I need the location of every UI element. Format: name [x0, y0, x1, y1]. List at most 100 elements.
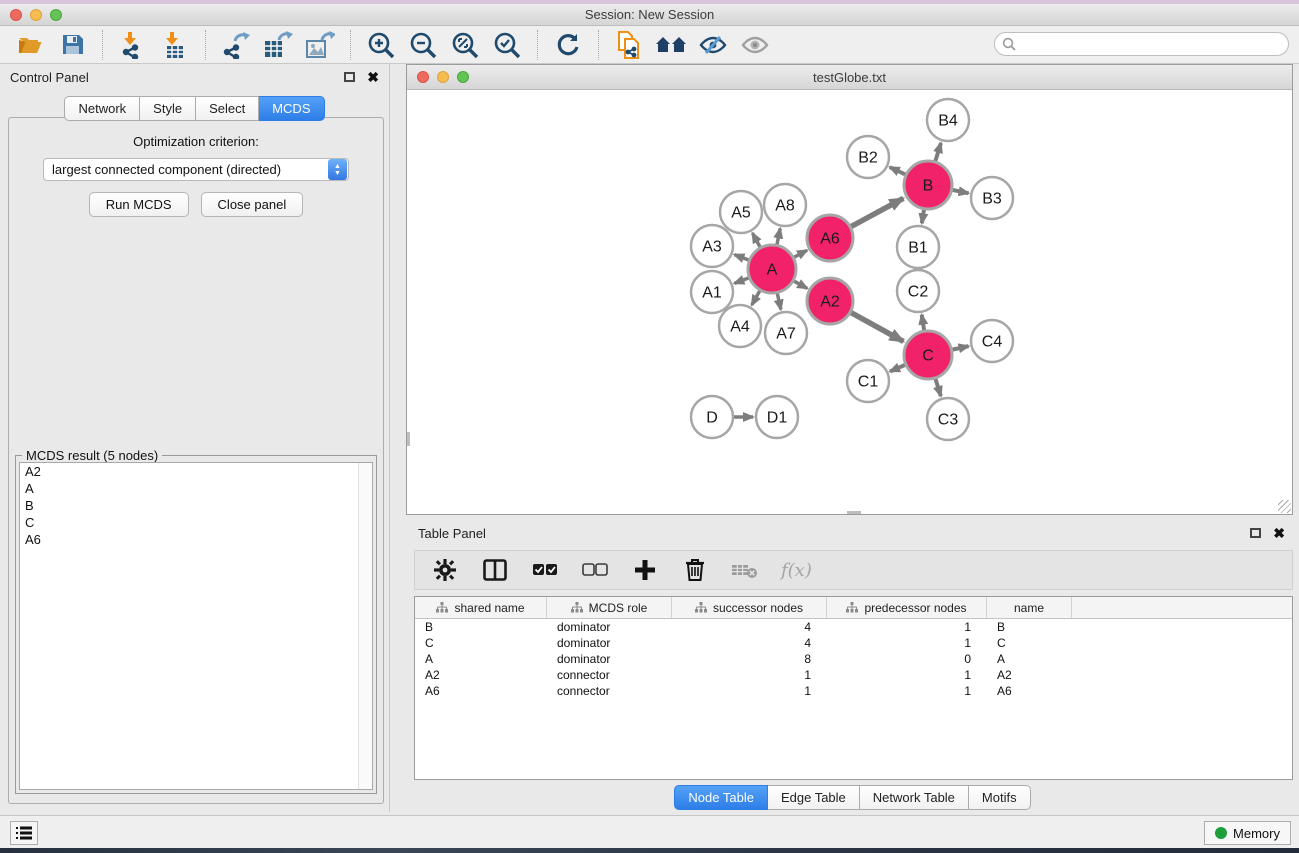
table-settings-gear-icon[interactable]: [431, 556, 459, 584]
table-cell[interactable]: B: [987, 619, 1072, 635]
export-table-icon[interactable]: [262, 30, 294, 60]
refresh-icon[interactable]: [552, 30, 584, 60]
tab-mcds[interactable]: MCDS: [259, 96, 324, 121]
table-row[interactable]: Bdominator41B: [415, 619, 1292, 635]
show-column-panel-icon[interactable]: [481, 556, 509, 584]
table-cell[interactable]: 4: [672, 635, 827, 651]
zoom-in-icon[interactable]: [365, 30, 397, 60]
desktop-strip-bottom: [0, 848, 1299, 853]
result-list-item[interactable]: A6: [20, 531, 372, 548]
select-stepper-icon: ▲▼: [328, 159, 347, 180]
mcds-result-list[interactable]: A2ABCA6: [19, 462, 373, 790]
tab-edge-table[interactable]: Edge Table: [768, 785, 860, 810]
table-cell[interactable]: 1: [827, 667, 987, 683]
zoom-fit-icon[interactable]: [449, 30, 481, 60]
column-header[interactable]: shared name: [415, 597, 547, 618]
table-cell[interactable]: dominator: [547, 635, 672, 651]
show-panel-eye-icon[interactable]: [739, 30, 771, 60]
run-mcds-button[interactable]: Run MCDS: [89, 192, 189, 217]
table-cell[interactable]: B: [415, 619, 547, 635]
delete-table-icon[interactable]: [731, 556, 759, 584]
table-cell[interactable]: 4: [672, 619, 827, 635]
create-column-plus-icon[interactable]: [631, 556, 659, 584]
delete-column-trash-icon[interactable]: [681, 556, 709, 584]
node-table-body: Bdominator41BCdominator41CAdominator80AA…: [415, 619, 1292, 699]
select-all-columns-icon[interactable]: [531, 556, 559, 584]
result-list-item[interactable]: A2: [20, 463, 372, 480]
column-header[interactable]: predecessor nodes: [827, 597, 987, 618]
tab-network-table[interactable]: Network Table: [860, 785, 969, 810]
close-panel-button[interactable]: Close panel: [201, 192, 304, 217]
criterion-selected-value: largest connected component (directed): [44, 162, 328, 177]
table-cell[interactable]: C: [415, 635, 547, 651]
criterion-select[interactable]: largest connected component (directed) ▲…: [43, 158, 349, 181]
table-cell[interactable]: 1: [827, 635, 987, 651]
table-cell[interactable]: 1: [672, 683, 827, 699]
table-row[interactable]: Cdominator41C: [415, 635, 1292, 651]
import-table-icon[interactable]: [159, 30, 191, 60]
network-graph[interactable]: AA1A2A3A4A5A6A7A8BB1B2B3B4CC1C2C3C4DD1: [407, 90, 1292, 514]
tab-motifs[interactable]: Motifs: [969, 785, 1031, 810]
table-cell[interactable]: 1: [672, 667, 827, 683]
table-cell[interactable]: 1: [827, 683, 987, 699]
memory-button[interactable]: Memory: [1204, 821, 1291, 845]
network-window-title: testGlobe.txt: [407, 70, 1292, 85]
resize-grip-icon[interactable]: [1278, 500, 1291, 513]
tab-style[interactable]: Style: [140, 96, 196, 121]
result-list-item[interactable]: B: [20, 497, 372, 514]
column-header[interactable]: successor nodes: [672, 597, 827, 618]
open-session-icon[interactable]: [14, 30, 46, 60]
table-cell[interactable]: 8: [672, 651, 827, 667]
canvas-scroll-nub-bottom: [847, 511, 861, 514]
zoom-out-icon[interactable]: [407, 30, 439, 60]
table-cell[interactable]: 1: [827, 619, 987, 635]
main-titlebar: Session: New Session: [0, 4, 1299, 26]
table-cell[interactable]: A6: [415, 683, 547, 699]
float-panel-icon[interactable]: [344, 72, 355, 82]
task-history-button[interactable]: [10, 821, 38, 845]
table-cell[interactable]: connector: [547, 667, 672, 683]
table-row[interactable]: A2connector11A2: [415, 667, 1292, 683]
export-image-icon[interactable]: [304, 30, 336, 60]
table-cell[interactable]: A2: [415, 667, 547, 683]
column-header[interactable]: name: [987, 597, 1072, 618]
table-cell[interactable]: connector: [547, 683, 672, 699]
save-session-icon[interactable]: [56, 30, 88, 60]
network-canvas[interactable]: AA1A2A3A4A5A6A7A8BB1B2B3B4CC1C2C3C4DD1: [407, 90, 1292, 514]
table-panel: Table Panel ✖: [406, 520, 1299, 812]
result-list-item[interactable]: C: [20, 514, 372, 531]
tab-network[interactable]: Network: [64, 96, 140, 121]
result-list-scrollbar[interactable]: [358, 463, 372, 789]
table-row[interactable]: A6connector11A6: [415, 683, 1292, 699]
memory-label: Memory: [1233, 826, 1280, 841]
column-header[interactable]: MCDS role: [547, 597, 672, 618]
table-cell[interactable]: A: [415, 651, 547, 667]
duplicate-network-icon[interactable]: [613, 30, 645, 60]
table-cell[interactable]: A2: [987, 667, 1072, 683]
mcds-result-items: A2ABCA6: [20, 463, 372, 548]
result-list-item[interactable]: A: [20, 480, 372, 497]
table-row[interactable]: Adominator80A: [415, 651, 1292, 667]
import-network-icon[interactable]: [117, 30, 149, 60]
tab-node-table[interactable]: Node Table: [674, 785, 768, 810]
deselect-all-columns-icon[interactable]: [581, 556, 609, 584]
export-network-icon[interactable]: [220, 30, 252, 60]
list-icon: [16, 826, 32, 840]
table-cell[interactable]: 0: [827, 651, 987, 667]
table-cell[interactable]: dominator: [547, 619, 672, 635]
search-input[interactable]: [994, 32, 1289, 56]
zoom-selected-icon[interactable]: [491, 30, 523, 60]
table-float-panel-icon[interactable]: [1250, 528, 1261, 538]
table-close-panel-icon[interactable]: ✖: [1273, 526, 1285, 540]
table-cell[interactable]: C: [987, 635, 1072, 651]
table-cell[interactable]: dominator: [547, 651, 672, 667]
close-panel-icon[interactable]: ✖: [367, 70, 379, 84]
home-icon[interactable]: [655, 30, 687, 60]
table-cell[interactable]: A6: [987, 683, 1072, 699]
hide-panel-eye-icon[interactable]: [697, 30, 729, 60]
graph-node-label: A4: [730, 319, 750, 336]
tab-select[interactable]: Select: [196, 96, 259, 121]
graph-node-label: A: [767, 262, 778, 279]
function-builder-icon[interactable]: f(x): [781, 560, 812, 581]
table-cell[interactable]: A: [987, 651, 1072, 667]
